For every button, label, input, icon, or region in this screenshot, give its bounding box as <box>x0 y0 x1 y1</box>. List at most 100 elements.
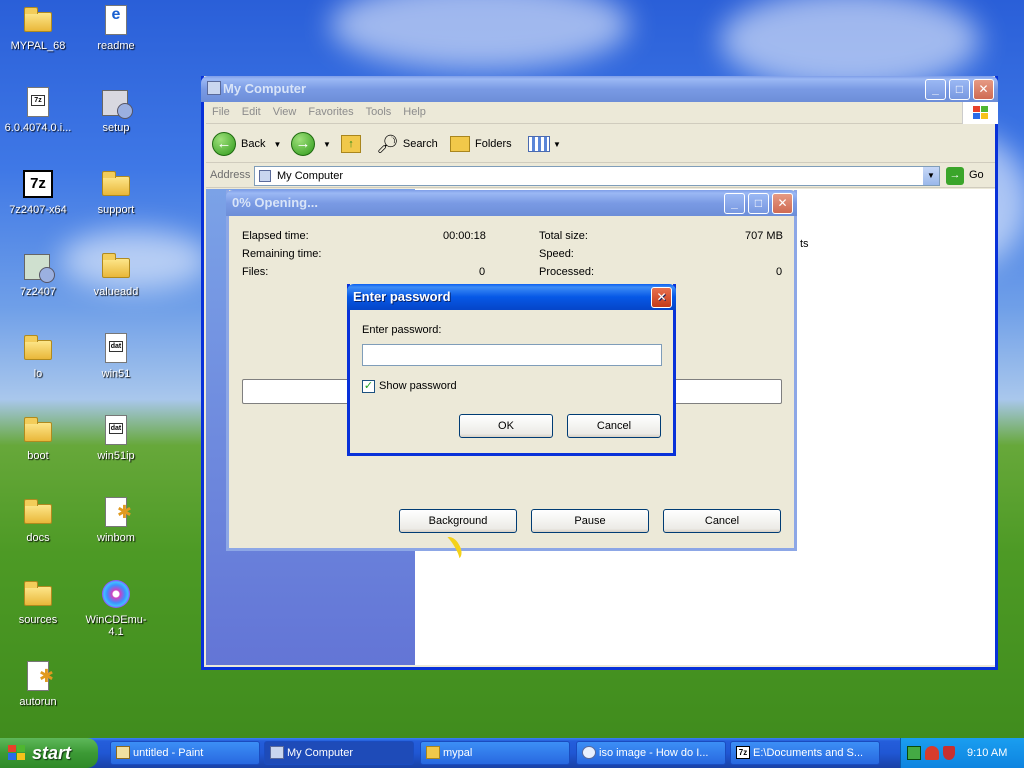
menu-view[interactable]: View <box>267 102 303 122</box>
cancel-button[interactable]: Cancel <box>567 414 661 438</box>
desktop-icon-wincdemu[interactable]: WinCDEmu-4.1 <box>78 578 154 638</box>
desktop-icon-7z2407-x64[interactable]: 7z 7z2407-x64 <box>0 168 76 216</box>
folder-icon <box>24 335 52 360</box>
folder-icon <box>24 499 52 524</box>
task-my-computer[interactable]: My Computer <box>264 741 414 765</box>
windows-logo-icon <box>8 745 26 761</box>
folder-icon <box>102 171 130 196</box>
desktop-icon-setup[interactable]: setup <box>78 86 154 134</box>
desktop-icon-docs[interactable]: docs <box>0 496 76 544</box>
close-button[interactable]: ✕ <box>772 193 793 214</box>
background-button[interactable]: Background <box>399 509 517 533</box>
desktop-icon-support[interactable]: support <box>78 168 154 216</box>
desktop-icon-mypal[interactable]: MYPAL_68 <box>0 4 76 52</box>
total-size-value: 707 MB <box>745 230 783 242</box>
up-folder-icon: ↑ <box>341 135 361 153</box>
desktop-icon-win51[interactable]: dat win51 <box>78 332 154 380</box>
desktop-icon-70-archive[interactable]: 7z 6.0.4074.0.i... <box>0 86 76 134</box>
desktop-icon-win51ip[interactable]: dat win51ip <box>78 414 154 462</box>
progress-titlebar[interactable]: 0% Opening... _ □ ✕ <box>226 190 797 216</box>
desktop-icon-boot[interactable]: boot <box>0 414 76 462</box>
partial-text: ts <box>800 238 809 250</box>
folder-icon <box>102 253 130 278</box>
total-size-label: Total size: <box>539 230 588 242</box>
chevron-down-icon: ▼ <box>273 139 282 149</box>
task-7zip[interactable]: 7z E:\Documents and S... <box>730 741 880 765</box>
maximize-button[interactable]: □ <box>949 79 970 100</box>
menu-favorites[interactable]: Favorites <box>302 102 359 122</box>
go-arrow-icon: → <box>946 167 964 185</box>
password-prompt: Enter password: <box>362 324 442 336</box>
desktop-icon-7z2407[interactable]: 7z2407 <box>0 250 76 298</box>
menu-help[interactable]: Help <box>397 102 432 122</box>
pause-button[interactable]: Pause <box>531 509 649 533</box>
elapsed-value: 00:00:18 <box>443 230 486 242</box>
menu-bar: File Edit View Favorites Tools Help <box>206 102 998 124</box>
maximize-button[interactable]: □ <box>748 193 769 214</box>
speed-label: Speed: <box>539 248 574 260</box>
gear-icon: ✱ <box>38 666 54 686</box>
dat-file-icon: dat <box>105 415 127 445</box>
explorer-titlebar[interactable]: My Computer _ □ ✕ <box>201 76 998 102</box>
up-folder-button[interactable]: ↑ <box>341 127 361 161</box>
back-button[interactable]: ← Back ▼ <box>212 127 281 161</box>
network-icon[interactable] <box>907 746 921 760</box>
7z-archive-icon: 7z <box>27 87 49 117</box>
folder-icon <box>24 417 52 442</box>
task-paint[interactable]: untitled - Paint <box>110 741 260 765</box>
password-input[interactable] <box>362 344 662 366</box>
checkbox-checked-icon: ✓ <box>362 379 375 393</box>
gear-icon: ✱ <box>116 502 132 522</box>
cd-emulator-icon <box>102 580 130 608</box>
password-dialog-titlebar[interactable]: Enter password ✕ <box>347 284 676 310</box>
shield-icon[interactable] <box>943 746 955 760</box>
7z-app-icon: 7z <box>736 746 750 759</box>
windows-logo-icon <box>962 102 998 124</box>
task-mypal[interactable]: mypal <box>420 741 570 765</box>
folder-icon <box>24 581 52 606</box>
processed-label: Processed: <box>539 266 595 278</box>
computer-icon <box>259 170 271 182</box>
minimize-button[interactable]: _ <box>925 79 946 100</box>
menu-file[interactable]: File <box>206 102 236 122</box>
show-password-label: Show password <box>379 380 457 392</box>
cancel-button[interactable]: Cancel <box>663 509 781 533</box>
remaining-label: Remaining time: <box>242 248 322 260</box>
show-password-checkbox[interactable]: ✓ Show password <box>362 378 457 394</box>
chevron-down-icon: ▼ <box>323 139 331 149</box>
desktop-icon-readme[interactable]: e readme <box>78 4 154 52</box>
desktop-icon-lo[interactable]: lo <box>0 332 76 380</box>
address-value: My Computer <box>277 170 344 182</box>
close-button[interactable]: ✕ <box>651 287 672 308</box>
search-icon: 🔎︎ <box>376 133 399 154</box>
close-button[interactable]: ✕ <box>973 79 994 100</box>
address-dropdown-button[interactable]: ▼ <box>923 167 939 185</box>
start-button[interactable]: start <box>0 738 98 768</box>
security-icon[interactable] <box>925 746 939 760</box>
setup-icon <box>102 90 133 119</box>
views-icon <box>528 136 550 152</box>
ie-document-icon: e <box>105 5 127 35</box>
desktop-icon-sources[interactable]: sources <box>0 578 76 626</box>
desktop-icon-winbom[interactable]: ✱ winbom <box>78 496 154 544</box>
folders-button[interactable]: Folders <box>450 127 512 161</box>
taskbar: start untitled - Paint My Computer mypal… <box>0 738 1024 768</box>
minimize-button[interactable]: _ <box>724 193 745 214</box>
task-browser[interactable]: iso image - How do I... <box>576 741 726 765</box>
address-field[interactable]: My Computer ▼ <box>254 166 940 186</box>
go-button[interactable]: → Go <box>944 166 990 186</box>
computer-icon <box>207 81 221 95</box>
views-button[interactable]: ▼ <box>528 127 561 161</box>
menu-edit[interactable]: Edit <box>236 102 267 122</box>
menu-tools[interactable]: Tools <box>360 102 398 122</box>
desktop-icon-valueadd[interactable]: valueadd <box>78 250 154 298</box>
password-dialog: Enter password ✕ Enter password: ✓ Show … <box>347 284 676 456</box>
desktop-icon-autorun[interactable]: ✱ autorun <box>0 660 76 708</box>
ok-button[interactable]: OK <box>459 414 553 438</box>
forward-button[interactable]: → ▼ <box>291 127 331 161</box>
computer-icon <box>270 746 284 759</box>
search-button[interactable]: 🔎︎ Search <box>376 127 438 161</box>
forward-arrow-icon: → <box>291 132 315 156</box>
progress-title: 0% Opening... <box>232 195 318 210</box>
folders-icon <box>450 136 470 152</box>
